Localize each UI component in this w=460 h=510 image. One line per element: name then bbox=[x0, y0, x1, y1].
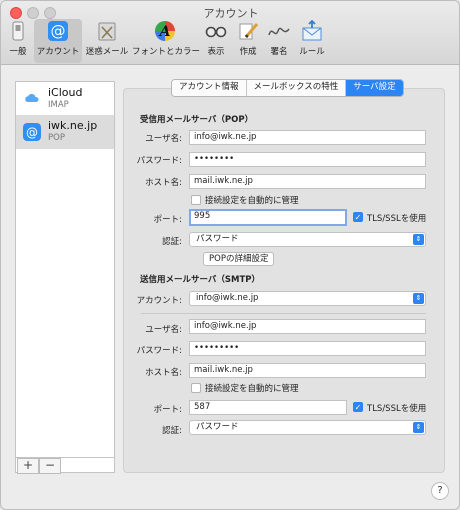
toolbar-label: 作成 bbox=[239, 47, 257, 57]
outgoing-host-label: ホスト名: bbox=[145, 368, 182, 378]
accounts-preferences-window: アカウント 一般 @ アカウント 迷惑メール A フォントとカラー 表示 作成 … bbox=[0, 0, 460, 510]
signature-icon bbox=[268, 27, 290, 36]
account-item-icloud[interactable]: iCloud IMAP bbox=[16, 82, 114, 116]
svg-text:@: @ bbox=[51, 22, 66, 40]
outgoing-tls-label: TLS/SSLを使用 bbox=[367, 404, 427, 414]
tab-account-info[interactable]: アカウント情報 bbox=[172, 80, 247, 96]
svg-text:A: A bbox=[158, 24, 171, 40]
outgoing-auth-popup[interactable]: パスワード ⇕ bbox=[189, 420, 426, 435]
at-icon: @ bbox=[23, 123, 41, 141]
outgoing-account-label: アカウント: bbox=[136, 296, 182, 306]
account-name: iwk.ne.jp bbox=[48, 119, 98, 132]
incoming-server-title: 受信用メールサーバ（POP） bbox=[140, 115, 254, 125]
account-item-iwk[interactable]: @ iwk.ne.jp POP bbox=[16, 115, 114, 149]
outgoing-server-title: 送信用メールサーバ（SMTP） bbox=[140, 275, 261, 285]
toolbar-viewing[interactable]: 表示 bbox=[202, 19, 230, 63]
toolbar-accounts[interactable]: @ アカウント bbox=[34, 19, 82, 63]
toolbar-junk-mail[interactable]: 迷惑メール bbox=[85, 19, 129, 63]
rules-icon bbox=[302, 19, 322, 41]
add-account-button[interactable]: + bbox=[17, 458, 39, 474]
glasses-icon bbox=[205, 26, 227, 38]
toolbar-label: 署名 bbox=[270, 47, 288, 57]
toolbar-rules[interactable]: ルール bbox=[297, 19, 327, 63]
incoming-password-field[interactable]: •••••••• bbox=[189, 152, 426, 167]
incoming-auth-value: パスワード bbox=[196, 234, 239, 244]
outgoing-tls-checkbox[interactable]: ✓ bbox=[353, 402, 363, 412]
incoming-tls-checkbox[interactable]: ✓ bbox=[353, 212, 363, 222]
incoming-username-field[interactable]: info@iwk.ne.jp bbox=[189, 130, 426, 145]
toolbar-label: 迷惑メール bbox=[85, 47, 129, 57]
toolbar-label: 一般 bbox=[9, 47, 27, 57]
outgoing-auto-manage-checkbox[interactable] bbox=[191, 383, 201, 393]
outgoing-port-label: ポート: bbox=[153, 405, 182, 415]
toolbar-label: ルール bbox=[299, 47, 325, 57]
tab-mailbox-behaviors[interactable]: メールボックスの特性 bbox=[246, 80, 347, 96]
account-type: POP bbox=[48, 133, 65, 143]
toolbar-signatures[interactable]: 署名 bbox=[265, 19, 293, 63]
outgoing-account-popup[interactable]: info@iwk.ne.jp ⇕ bbox=[189, 291, 426, 306]
incoming-port-label: ポート: bbox=[153, 215, 182, 225]
account-list-controls: + − bbox=[15, 457, 115, 474]
incoming-auth-popup[interactable]: パスワード ⇕ bbox=[189, 232, 426, 247]
help-button[interactable]: ? bbox=[431, 482, 449, 500]
junk-mail-icon bbox=[98, 22, 116, 41]
outgoing-password-field[interactable]: ••••••••• bbox=[189, 341, 426, 356]
pencil-icon bbox=[239, 23, 259, 40]
toolbar-label: 表示 bbox=[207, 47, 225, 57]
outgoing-password-label: パスワード: bbox=[136, 346, 182, 356]
pop-advanced-settings-button[interactable]: POPの詳細設定 bbox=[203, 252, 275, 266]
account-name: iCloud bbox=[48, 86, 83, 99]
chevron-updown-icon: ⇕ bbox=[413, 234, 424, 245]
outgoing-auth-value: パスワード bbox=[196, 422, 239, 432]
outgoing-port-field[interactable]: 587 bbox=[189, 400, 347, 415]
incoming-auth-label: 認証: bbox=[162, 237, 182, 247]
chevron-updown-icon: ⇕ bbox=[413, 422, 424, 433]
switch-icon bbox=[12, 21, 24, 41]
section-divider bbox=[141, 313, 426, 314]
chevron-updown-icon: ⇕ bbox=[413, 293, 424, 304]
toolbar-label: フォントとカラー bbox=[132, 47, 201, 57]
settings-tabs: アカウント情報 メールボックスの特性 サーバ設定 bbox=[171, 79, 404, 97]
outgoing-auto-manage-label: 接続設定を自動的に管理 bbox=[205, 384, 299, 394]
incoming-username-label: ユーザ名: bbox=[145, 134, 182, 144]
account-list: iCloud IMAP @ iwk.ne.jp POP bbox=[15, 81, 115, 473]
toolbar-fonts-colors[interactable]: A フォントとカラー bbox=[132, 19, 201, 63]
cloud-icon bbox=[23, 90, 41, 108]
outgoing-host-field[interactable]: mail.iwk.ne.jp bbox=[189, 363, 426, 378]
incoming-host-field[interactable]: mail.iwk.ne.jp bbox=[189, 174, 426, 189]
outgoing-auth-label: 認証: bbox=[162, 426, 182, 436]
font-color-icon: A bbox=[155, 21, 175, 41]
account-type: IMAP bbox=[48, 100, 69, 110]
incoming-password-label: パスワード: bbox=[136, 156, 182, 166]
toolbar-composing[interactable]: 作成 bbox=[234, 19, 262, 63]
outgoing-account-value: info@iwk.ne.jp bbox=[196, 293, 259, 303]
toolbar-general[interactable]: 一般 bbox=[5, 19, 31, 63]
incoming-host-label: ホスト名: bbox=[145, 178, 182, 188]
incoming-tls-label: TLS/SSLを使用 bbox=[367, 214, 427, 224]
outgoing-username-label: ユーザ名: bbox=[145, 325, 182, 335]
at-icon: @ bbox=[48, 21, 68, 41]
toolbar-label: アカウント bbox=[36, 47, 80, 57]
svg-text:@: @ bbox=[26, 126, 38, 140]
outgoing-username-field[interactable]: info@iwk.ne.jp bbox=[189, 319, 426, 334]
incoming-auto-manage-label: 接続設定を自動的に管理 bbox=[205, 196, 299, 206]
remove-account-button[interactable]: − bbox=[39, 458, 61, 474]
incoming-port-field[interactable]: 995 bbox=[189, 209, 347, 226]
title-bar: アカウント 一般 @ アカウント 迷惑メール A フォントとカラー 表示 作成 … bbox=[1, 1, 459, 65]
tab-server-settings[interactable]: サーバ設定 bbox=[346, 80, 403, 96]
incoming-auto-manage-checkbox[interactable] bbox=[191, 195, 201, 205]
